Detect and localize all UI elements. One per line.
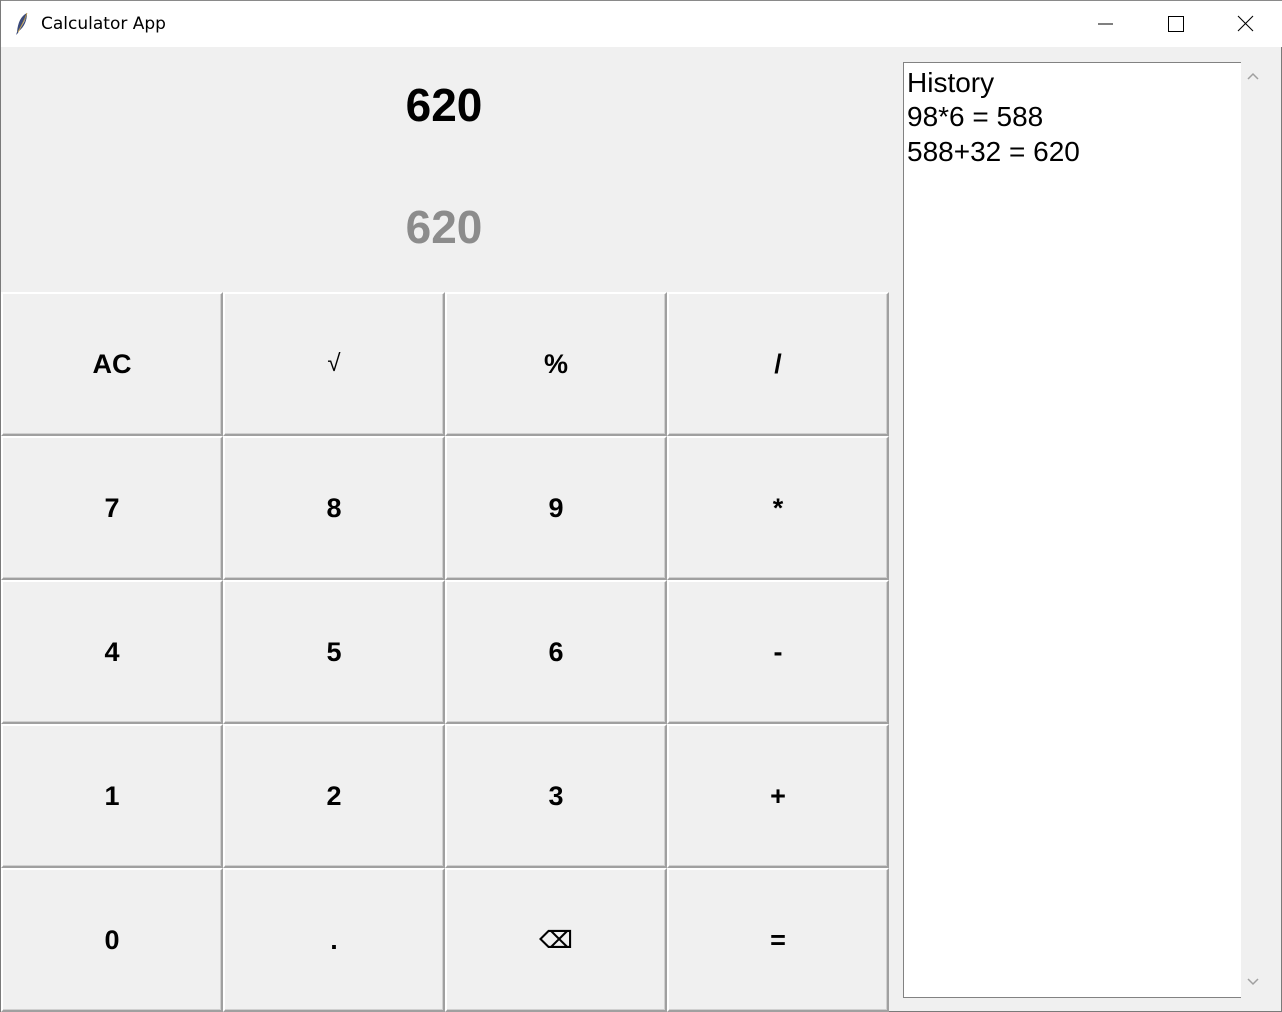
scroll-down-arrow-icon[interactable] xyxy=(1241,972,1265,992)
sqrt-button[interactable]: √ xyxy=(223,292,445,436)
percent-button[interactable]: % xyxy=(445,292,667,436)
digit-0-button[interactable]: 0 xyxy=(1,868,223,1012)
subtract-button[interactable]: - xyxy=(667,580,889,724)
digit-9-button[interactable]: 9 xyxy=(445,436,667,580)
history-entry: 98*6 = 588 xyxy=(907,101,1044,132)
scroll-up-arrow-icon[interactable] xyxy=(1241,66,1265,86)
divide-button[interactable]: / xyxy=(667,292,889,436)
minimize-icon xyxy=(1098,23,1113,25)
history-scrollbar[interactable] xyxy=(1241,62,1265,998)
digit-1-button[interactable]: 1 xyxy=(1,724,223,868)
expression-display: 620 xyxy=(405,79,483,131)
digit-2-button[interactable]: 2 xyxy=(223,724,445,868)
clear-button[interactable]: AC xyxy=(1,292,223,436)
digit-5-button[interactable]: 5 xyxy=(223,580,445,724)
minimize-button[interactable] xyxy=(1071,1,1141,47)
close-button[interactable] xyxy=(1210,1,1280,47)
history-entry: 588+32 = 620 xyxy=(907,136,1080,167)
feather-icon xyxy=(16,12,28,35)
add-button[interactable]: + xyxy=(667,724,889,868)
result-preview: 620 xyxy=(405,201,483,253)
equals-button[interactable]: = xyxy=(667,868,889,1012)
window-title: Calculator App xyxy=(41,14,166,34)
history-panel[interactable]: History 98*6 = 588 588+32 = 620 xyxy=(903,62,1241,998)
decimal-button[interactable]: . xyxy=(223,868,445,1012)
maximize-icon xyxy=(1168,16,1184,32)
keypad: AC √ % / 7 8 9 * 4 5 6 - 1 2 3 + 0 . ⌫ = xyxy=(1,292,889,1012)
digit-8-button[interactable]: 8 xyxy=(223,436,445,580)
calculator-window: Calculator App 620 620 AC √ % / 7 8 9 * … xyxy=(0,0,1282,1012)
history-heading: History xyxy=(907,67,995,98)
digit-3-button[interactable]: 3 xyxy=(445,724,667,868)
backspace-button[interactable]: ⌫ xyxy=(445,868,667,1012)
maximize-button[interactable] xyxy=(1140,1,1210,47)
close-icon xyxy=(1237,15,1254,32)
title-bar[interactable]: Calculator App xyxy=(1,0,1282,47)
digit-4-button[interactable]: 4 xyxy=(1,580,223,724)
digit-6-button[interactable]: 6 xyxy=(445,580,667,724)
digit-7-button[interactable]: 7 xyxy=(1,436,223,580)
multiply-button[interactable]: * xyxy=(667,436,889,580)
